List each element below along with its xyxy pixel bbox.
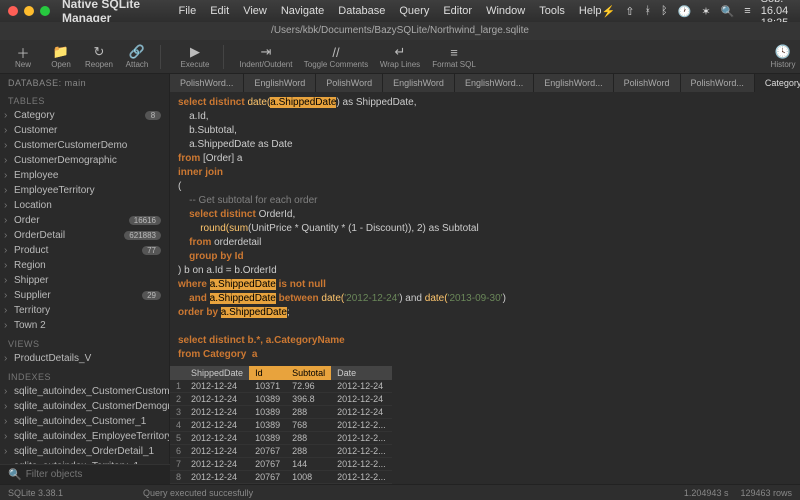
sidebar-item-view[interactable]: ProductDetails_V [0, 351, 169, 366]
search-icon: 🔍 [8, 468, 22, 481]
views-section: VIEWS [0, 333, 169, 351]
sidebar: DATABASE: main TABLES Category8CustomerC… [0, 74, 170, 484]
wrap-button[interactable]: ↵Wrap Lines [376, 44, 424, 69]
tab[interactable]: PolishWord... [681, 74, 755, 92]
sidebar-item-index[interactable]: sqlite_autoindex_CustomerCustomerDemo_1 [0, 384, 169, 399]
format-button[interactable]: ≡Format SQL [428, 44, 480, 69]
menu-help[interactable]: Help [579, 5, 602, 17]
menu-view[interactable]: View [243, 5, 267, 17]
new-button[interactable]: ＋New [6, 44, 40, 69]
open-button[interactable]: 📁Open [44, 44, 78, 69]
tab[interactable]: Category [755, 74, 800, 92]
history-button[interactable]: 🕓History [766, 44, 800, 69]
close-window[interactable] [8, 6, 18, 16]
sidebar-item-table[interactable]: Category8 [0, 108, 169, 123]
sidebar-item-index[interactable]: sqlite_autoindex_CustomerDemographic_1 [0, 399, 169, 414]
sidebar-item-index[interactable]: sqlite_autoindex_EmployeeTerritory_1 [0, 429, 169, 444]
tab[interactable]: PolishWord [614, 74, 681, 92]
sidebar-item-table[interactable]: Employee [0, 168, 169, 183]
indexes-section: INDEXES [0, 366, 169, 384]
tables-section: TABLES [0, 90, 169, 108]
sql-editor[interactable]: select distinct date(a.ShippedDate) as S… [170, 92, 800, 366]
row-count: 129463 rows [740, 488, 792, 498]
menu-file[interactable]: File [178, 5, 196, 17]
tab[interactable]: EnglishWord... [534, 74, 613, 92]
menu-tools[interactable]: Tools [539, 5, 565, 17]
sidebar-item-table[interactable]: CustomerCustomerDemo [0, 138, 169, 153]
sidebar-item-table[interactable]: Region [0, 258, 169, 273]
sidebar-item-table[interactable]: CustomerDemographic [0, 153, 169, 168]
status-message: Query executed succesfully [143, 488, 253, 498]
menu-editor[interactable]: Editor [443, 5, 472, 17]
sidebar-item-table[interactable]: Location [0, 198, 169, 213]
comment-button[interactable]: //Toggle Comments [300, 44, 372, 69]
sidebar-item-index[interactable]: sqlite_autoindex_Customer_1 [0, 414, 169, 429]
sidebar-item-index[interactable]: sqlite_autoindex_OrderDetail_1 [0, 444, 169, 459]
tab[interactable]: EnglishWord [244, 74, 316, 92]
sidebar-item-table[interactable]: Town 2 [0, 318, 169, 333]
sidebar-item-table[interactable]: EmployeeTerritory [0, 183, 169, 198]
sidebar-item-table[interactable]: OrderDetail621883 [0, 228, 169, 243]
indent-button[interactable]: ⇥Indent/Outdent [236, 44, 296, 69]
execute-button[interactable]: ▶Execute [173, 44, 217, 69]
menu-edit[interactable]: Edit [210, 5, 229, 17]
menubar: File Edit View Navigate Database Query E… [178, 5, 601, 17]
tab[interactable]: PolishWord... [170, 74, 244, 92]
menu-database[interactable]: Database [338, 5, 385, 17]
attach-button[interactable]: 🔗Attach [120, 44, 154, 69]
file-path: /Users/kbk/Documents/BazySQLite/Northwin… [0, 22, 800, 40]
reopen-button[interactable]: ↻Reopen [82, 44, 116, 69]
sidebar-item-table[interactable]: Territory [0, 303, 169, 318]
menu-navigate[interactable]: Navigate [281, 5, 324, 17]
filter-bar: 🔍 [0, 464, 170, 484]
tab[interactable]: EnglishWord [383, 74, 455, 92]
sidebar-item-table[interactable]: Order16616 [0, 213, 169, 228]
filter-input[interactable] [26, 469, 146, 480]
tab[interactable]: EnglishWord... [455, 74, 534, 92]
sidebar-item-table[interactable]: Customer [0, 123, 169, 138]
tab[interactable]: PolishWord [316, 74, 383, 92]
menu-window[interactable]: Window [486, 5, 525, 17]
sidebar-item-table[interactable]: Product77 [0, 243, 169, 258]
sidebar-item-table[interactable]: Shipper [0, 273, 169, 288]
sidebar-item-table[interactable]: Supplier29 [0, 288, 169, 303]
results-pane[interactable]: ShippedDateIdSubtotalDate12012-12-241037… [170, 366, 800, 484]
menu-query[interactable]: Query [399, 5, 429, 17]
zoom-window[interactable] [40, 6, 50, 16]
sqlite-version: SQLite 3.38.1 [8, 488, 63, 498]
database-heading: DATABASE: main [0, 74, 169, 90]
exec-time: 1.204943 s [684, 488, 729, 498]
minimize-window[interactable] [24, 6, 34, 16]
results-table-1[interactable]: ShippedDateIdSubtotalDate12012-12-241037… [170, 366, 392, 484]
tab-bar: PolishWord...EnglishWordPolishWordEnglis… [170, 74, 800, 92]
